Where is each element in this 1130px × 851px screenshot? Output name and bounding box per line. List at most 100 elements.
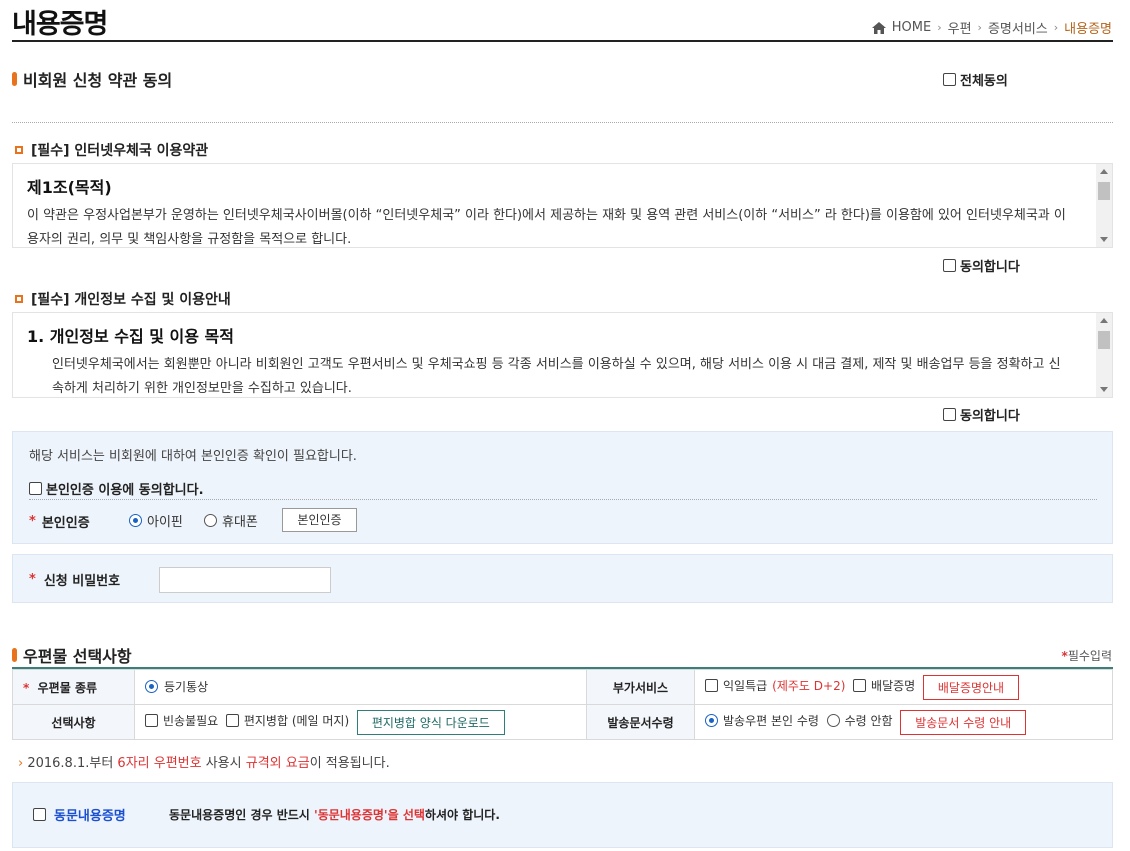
identity-field: * 본인인증 (29, 512, 90, 531)
radio-doc-none[interactable]: 수령 안함 (826, 712, 893, 729)
radio-selected-icon[interactable] (705, 713, 718, 727)
same-content-panel: 동문내용증명 동문내용증명인 경우 반드시 '동문내용증명'을 선택하셔야 합니… (12, 782, 1113, 848)
doc-none-label: 수령 안함 (844, 713, 893, 728)
home-icon[interactable] (871, 21, 886, 34)
term2-body: 인터넷우체국에서는 회원뿐만 아니라 비회원인 고객도 우편서비스 및 우체국쇼… (52, 357, 1061, 396)
scrollbar[interactable] (1096, 313, 1112, 397)
same-content-text-highlight: '동문내용증명'을 선택 (314, 808, 425, 822)
options-label: 선택사항 (12, 704, 135, 740)
required-note: *필수입력 (1062, 647, 1112, 664)
mail-type-cell: * 우편물 종류 (12, 669, 135, 705)
checkbox-icon[interactable] (943, 408, 956, 421)
scroll-thumb[interactable] (1098, 182, 1110, 200)
square-bullet-icon (15, 295, 23, 303)
agree-all-checkbox[interactable]: 전체동의 (943, 70, 1008, 89)
checkbox-icon[interactable] (943, 73, 956, 86)
same-content-text-prefix: 동문내용증명인 경우 반드시 (169, 808, 315, 822)
term1-agree-checkbox[interactable]: 동의합니다 (943, 256, 1020, 275)
checkbox-icon[interactable] (29, 482, 42, 495)
merge-checkbox[interactable]: 편지병합 (메일 머지) (225, 712, 350, 729)
radio-doc-self[interactable]: 발송우편 본인 수령 (705, 712, 819, 729)
doc-receive-guide-button[interactable]: 발송문서 수령 안내 (900, 709, 1027, 735)
scroll-thumb[interactable] (1098, 331, 1110, 349)
delivery-proof-checkbox[interactable]: 배달증명 (853, 677, 915, 694)
mail-type-value: 등기통상 (164, 680, 209, 694)
term1-article-title: 제1조(목적) (27, 178, 112, 197)
radio-selected-icon[interactable] (145, 680, 158, 693)
square-bullet-icon (15, 146, 23, 154)
doc-self-label: 발송우편 본인 수령 (723, 713, 819, 728)
terms-section-heading: 비회원 신청 약관 동의 (12, 67, 172, 91)
scroll-up-icon[interactable] (1100, 169, 1108, 174)
breadcrumb-cert[interactable]: 증명서비스 (988, 18, 1048, 37)
scrollbar[interactable] (1096, 164, 1112, 247)
identity-verify-button[interactable]: 본인인증 (282, 508, 357, 532)
identity-notice: 해당 서비스는 비회원에 대하여 본인인증 확인이 필요합니다. (29, 449, 357, 464)
required-star-icon: * (23, 680, 30, 695)
options-cell: 빈송불필요 편지병합 (메일 머지) 편지병합 양식 다운로드 (134, 704, 587, 740)
checkbox-icon[interactable] (943, 259, 956, 272)
same-content-label: 동문내용증명 (54, 809, 126, 824)
breadcrumb: HOME › 우편 › 증명서비스 › 내용증명 (871, 18, 1112, 37)
identity-consent-label: 본인인증 이용에 동의합니다. (46, 483, 204, 498)
chevron-right-icon: › (18, 756, 24, 771)
scroll-down-icon[interactable] (1100, 387, 1108, 392)
breadcrumb-current: 내용증명 (1064, 22, 1112, 37)
term2-box[interactable]: 1. 개인정보 수집 및 이용 목적 인터넷우체국에서는 회원뿐만 아니라 비회… (12, 312, 1113, 398)
same-content-text: 동문내용증명인 경우 반드시 '동문내용증명'을 선택하셔야 합니다. (169, 806, 500, 823)
required-star-icon: * (29, 572, 36, 587)
radio-icon[interactable] (204, 514, 217, 527)
radio-mail-type[interactable]: 등기통상 (145, 678, 208, 695)
radio-ipin[interactable]: 아이핀 (129, 511, 183, 530)
chevron-right-icon: › (977, 21, 982, 34)
next-day-checkbox[interactable]: 익일특급 (제주도 D+2) (705, 677, 845, 694)
identity-consent-checkbox[interactable]: 본인인증 이용에 동의합니다. (29, 479, 204, 498)
breadcrumb-home[interactable]: HOME (892, 20, 931, 35)
scroll-down-icon[interactable] (1100, 237, 1108, 242)
term1-box[interactable]: 제1조(목적) 이 약관은 우정사업본부가 운영하는 인터넷우체국사이버몰(이하… (12, 163, 1113, 248)
scroll-up-icon[interactable] (1100, 318, 1108, 323)
term2-agree-checkbox[interactable]: 동의합니다 (943, 405, 1020, 424)
chevron-right-icon: › (937, 21, 942, 34)
terms-section-title: 비회원 신청 약관 동의 (23, 71, 173, 90)
password-field: * 신청 비밀번호 (29, 570, 120, 589)
term1-body: 이 약관은 우정사업본부가 운영하는 인터넷우체국사이버몰(이하 “인터넷우체국… (27, 208, 1066, 247)
same-content-text-suffix: 하셔야 합니다. (424, 808, 500, 822)
term1-agree-label: 동의합니다 (960, 260, 1020, 275)
no-return-label: 빈송불필요 (163, 713, 219, 728)
password-input[interactable] (159, 567, 331, 593)
doc-receive-cell: 발송우편 본인 수령 수령 안함 발송문서 수령 안내 (694, 704, 1113, 740)
merge-download-button[interactable]: 편지병합 양식 다운로드 (356, 709, 505, 735)
delivery-proof-label: 배달증명 (871, 678, 916, 693)
breadcrumb-post[interactable]: 우편 (948, 18, 972, 37)
checkbox-icon[interactable] (33, 808, 46, 821)
notice-highlight-2: 규격외 요금 (245, 756, 310, 771)
notice-highlight-1: 6자리 우편번호 (117, 756, 202, 771)
checkbox-icon[interactable] (853, 678, 867, 692)
bullet-icon (12, 648, 17, 662)
identity-panel: 해당 서비스는 비회원에 대하여 본인인증 확인이 필요합니다. 본인인증 이용… (12, 431, 1113, 544)
notice-prefix: 2016.8.1.부터 (27, 756, 118, 771)
checkbox-icon[interactable] (225, 713, 239, 727)
merge-label: 편지병합 (메일 머지) (243, 713, 350, 728)
required-note-label: 필수입력 (1067, 649, 1112, 663)
mail-type-label: 우편물 종류 (37, 680, 98, 695)
mail-options-title: 우편물 선택사항 (23, 647, 132, 666)
checkbox-icon[interactable] (705, 678, 718, 692)
delivery-proof-guide-button[interactable]: 배달증명안내 (922, 674, 1020, 700)
divider (29, 499, 1097, 500)
checkbox-icon[interactable] (145, 713, 158, 727)
radio-icon[interactable] (826, 713, 840, 727)
no-return-checkbox[interactable]: 빈송불필요 (145, 712, 218, 729)
radio-selected-icon[interactable] (129, 514, 142, 527)
table-row: * 우편물 종류 등기통상 부가서비스 익일특급 (제주도 D+2) 배달증명 배… (12, 669, 1113, 705)
mail-type-value-cell: 등기통상 (134, 669, 587, 705)
divider (12, 122, 1113, 123)
title-divider (12, 40, 1113, 42)
term2-article-title: 1. 개인정보 수집 및 이용 목적 (27, 327, 234, 346)
extra-service-cell: 익일특급 (제주도 D+2) 배달증명 배달증명안내 (694, 669, 1113, 705)
radio-phone[interactable]: 휴대폰 (204, 511, 258, 530)
same-content-checkbox[interactable]: 동문내용증명 (33, 805, 126, 824)
page-title: 내용증명 (12, 9, 108, 40)
notice-mid: 사용시 (201, 756, 246, 771)
